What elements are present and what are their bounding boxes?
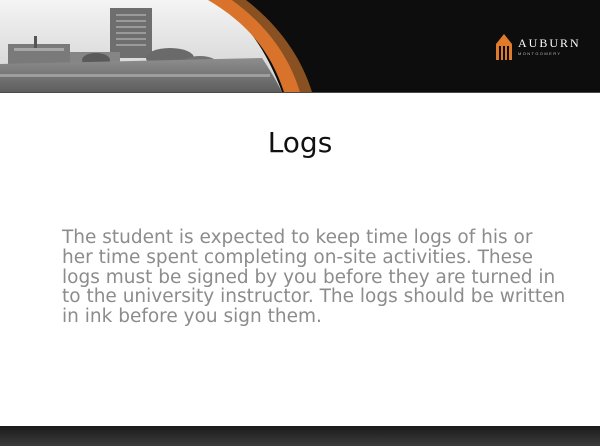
auburn-logo-icon <box>496 34 512 60</box>
slide: AUBURN MONTGOMERY Logs The student is ex… <box>0 0 600 446</box>
header-band: AUBURN MONTGOMERY <box>0 0 600 92</box>
header-divider <box>0 92 600 93</box>
logo: AUBURN MONTGOMERY <box>496 34 581 60</box>
slide-body: The student is expected to keep time log… <box>62 227 566 328</box>
logo-name: AUBURN <box>518 36 581 50</box>
logo-subtitle: MONTGOMERY <box>518 51 562 56</box>
footer-band <box>0 426 600 446</box>
slide-title: Logs <box>267 126 333 159</box>
